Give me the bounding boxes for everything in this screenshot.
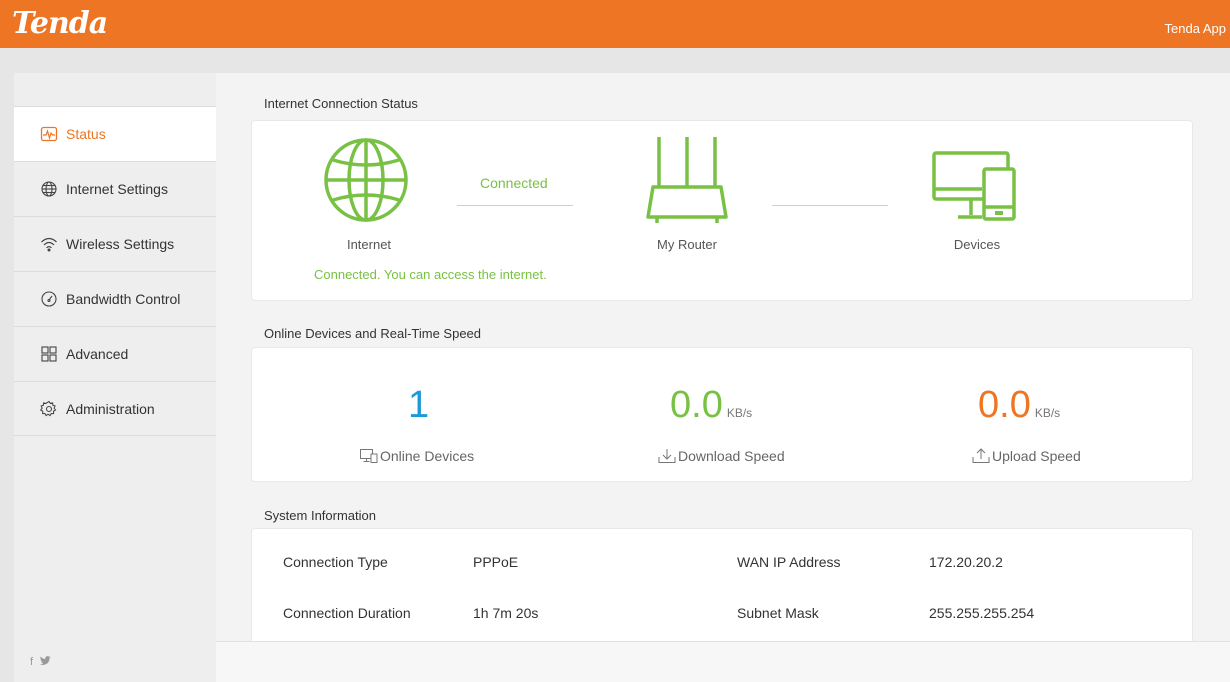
monitor-icon: [360, 449, 378, 463]
internet-router-link-line: [457, 205, 573, 206]
upload-arrow-icon: [972, 448, 990, 463]
upload-speed-unit: KB/s: [1034, 406, 1061, 420]
router-label: My Router: [657, 237, 717, 252]
connection-type-label: Connection Type: [283, 554, 388, 570]
upload-speed-label-wrap: Upload Speed: [972, 448, 1081, 464]
sidebar-item-label: Internet Settings: [66, 181, 168, 197]
subnet-mask-value: 255.255.255.254: [929, 605, 1035, 621]
sidebar-nav: Status Internet Settings Wireless Settin…: [14, 106, 216, 436]
online-devices-count: 1: [408, 384, 430, 426]
sidebar-item-bandwidth-control[interactable]: Bandwidth Control: [14, 271, 216, 326]
link-status-text: Connected: [480, 175, 548, 191]
sidebar-item-internet-settings[interactable]: Internet Settings: [14, 161, 216, 216]
social-links[interactable]: f: [30, 656, 52, 668]
connection-status-card: Internet Connected My Router Devices Con…: [251, 120, 1193, 301]
online-devices-label: Online Devices: [380, 448, 475, 464]
realtime-speed-card: 1 Online Devices 0.0 KB/s Download Speed …: [251, 347, 1193, 482]
tenda-logo[interactable]: Tenda: [12, 6, 108, 41]
download-arrow-icon: [658, 449, 676, 463]
upload-speed-label: Upload Speed: [992, 448, 1081, 464]
system-info-title: System Information: [264, 508, 376, 523]
download-speed-label: Download Speed: [678, 448, 785, 464]
main-content: Internet Connection Status Internet Conn…: [216, 73, 1230, 641]
connection-duration-value: 1h 7m 20s: [473, 605, 539, 621]
sidebar: Status Internet Settings Wireless Settin…: [14, 73, 216, 682]
realtime-title: Online Devices and Real-Time Speed: [264, 326, 482, 341]
subnet-mask-label: Subnet Mask: [737, 605, 819, 621]
router-icon: [646, 137, 728, 223]
sidebar-item-label: Bandwidth Control: [66, 291, 181, 307]
download-speed-value: 0.0: [670, 384, 723, 426]
gear-icon: [40, 400, 58, 418]
download-speed-value-wrap: 0.0 KB/s: [670, 384, 752, 427]
tenda-app-link[interactable]: Tenda App: [1165, 21, 1226, 36]
internet-globe-icon: [324, 138, 408, 222]
status-pulse-icon: [40, 125, 58, 143]
wan-ip-label: WAN IP Address: [737, 554, 841, 570]
sidebar-item-advanced[interactable]: Advanced: [14, 326, 216, 381]
sidebar-item-label: Wireless Settings: [66, 236, 175, 252]
grid-icon: [40, 345, 58, 363]
wan-ip-value: 172.20.20.2: [929, 554, 1003, 570]
gauge-icon: [40, 290, 58, 308]
top-header: Tenda Tenda App: [0, 0, 1230, 48]
sidebar-item-administration[interactable]: Administration: [14, 381, 216, 436]
system-info-card: Connection Type PPPoE WAN IP Address 172…: [251, 528, 1193, 641]
twitter-icon[interactable]: [40, 656, 52, 668]
download-speed-label-wrap: Download Speed: [658, 448, 785, 464]
internet-label: Internet: [346, 237, 392, 252]
router-devices-link-line: [772, 205, 888, 206]
upload-speed-value-wrap: 0.0 KB/s: [978, 384, 1060, 427]
sidebar-item-label: Advanced: [66, 346, 129, 362]
devices-label: Devices: [953, 237, 1001, 252]
connection-duration-label: Connection Duration: [283, 605, 411, 621]
globe-icon: [40, 180, 58, 198]
connection-type-value: PPPoE: [473, 554, 519, 570]
upload-speed-value: 0.0: [978, 384, 1031, 426]
devices-icon: [932, 151, 1016, 221]
sidebar-item-label: Administration: [66, 400, 155, 417]
sidebar-item-wireless-settings[interactable]: Wireless Settings: [14, 216, 216, 271]
wifi-icon: [40, 235, 58, 253]
sidebar-item-status[interactable]: Status: [14, 106, 216, 161]
facebook-icon[interactable]: f: [30, 656, 33, 668]
download-speed-unit: KB/s: [726, 406, 753, 420]
bottom-bar: [216, 641, 1230, 682]
sidebar-item-label: Status: [66, 126, 106, 142]
online-devices-label-wrap: Online Devices: [360, 448, 474, 464]
connection-message: Connected. You can access the internet.: [314, 267, 547, 282]
connection-status-title: Internet Connection Status: [264, 96, 418, 111]
